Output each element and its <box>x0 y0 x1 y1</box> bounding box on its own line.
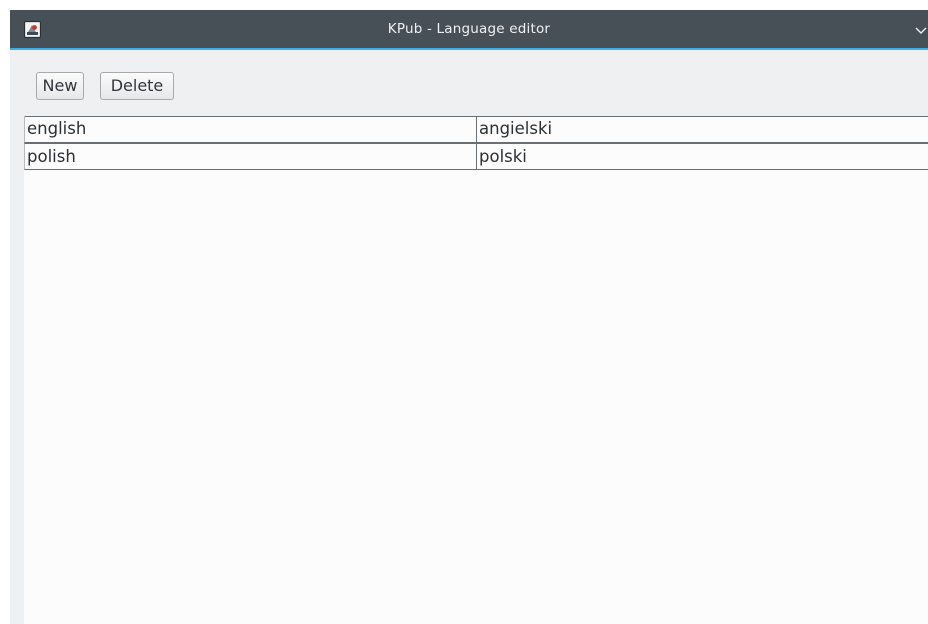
language-key-cell[interactable]: english <box>25 116 476 142</box>
window-title: KPub - Language editor <box>387 21 551 37</box>
new-button[interactable]: New <box>36 72 84 100</box>
language-table[interactable]: english angielski polish polski <box>24 116 928 624</box>
title-bar[interactable]: KPub - Language editor <box>10 10 928 50</box>
delete-button[interactable]: Delete <box>100 72 174 100</box>
table-row[interactable]: polish polski <box>24 143 928 170</box>
chevron-down-icon[interactable] <box>914 22 928 36</box>
table-row[interactable]: english angielski <box>24 116 928 143</box>
language-key-cell[interactable]: polish <box>25 144 476 170</box>
language-value-cell[interactable]: angielski <box>476 116 928 142</box>
toolbar: New Delete <box>10 50 928 116</box>
language-editor-window: KPub - Language editor New Delete englis… <box>10 10 928 624</box>
language-value-cell[interactable]: polski <box>476 144 928 170</box>
